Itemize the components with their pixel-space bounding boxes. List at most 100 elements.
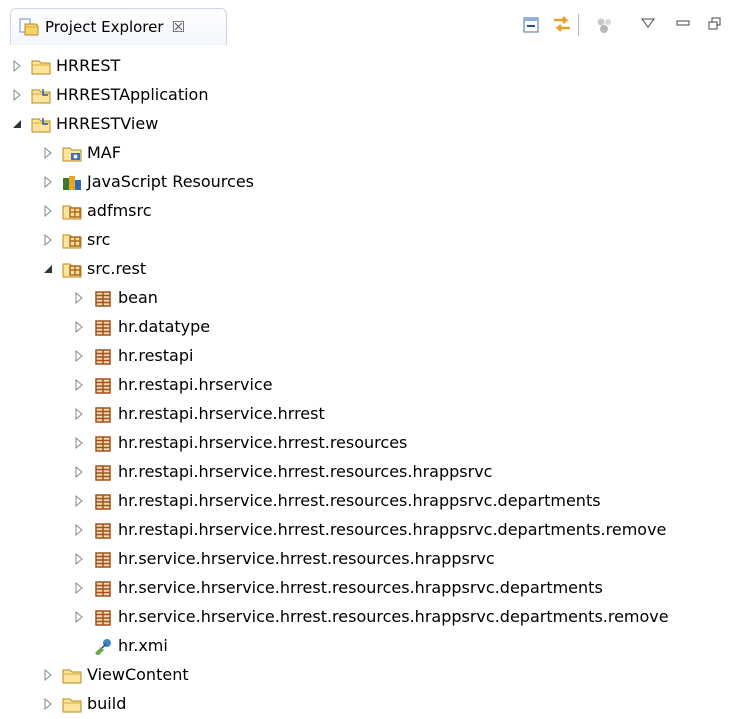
expanded-arrow-icon[interactable] [11,118,23,130]
project-explorer-view: Project Explorer ☒ HRREST HRRESTApplicat… [0,0,741,713]
tree-item[interactable]: HRREST [0,52,741,81]
tree-item-label: hr.restapi.hrservice.hrrest [118,404,325,423]
focus-icon[interactable] [595,16,615,36]
tree-item-label: hr.restapi.hrservice [118,375,273,394]
tree-item[interactable]: hr.restapi.hrservice.hrrest.resources.hr… [0,487,741,516]
maximize-icon[interactable] [708,17,722,31]
tree-item-label: hr.service.hrservice.hrrest.resources.hr… [118,578,603,597]
expanded-arrow-icon[interactable] [42,263,54,275]
collapsed-arrow-icon[interactable] [42,234,54,246]
toolbar-separator [578,14,579,36]
project-explorer-icon [19,18,39,36]
tree-item[interactable]: MAF [0,139,741,168]
tree-item-label: HRRESTApplication [56,85,209,104]
folder-icon [62,669,82,684]
tree-item-label: hr.restapi.hrservice.hrrest.resources.hr… [118,491,601,510]
tab-title: Project Explorer [45,18,164,36]
collapsed-arrow-icon[interactable] [73,408,85,420]
close-icon[interactable]: ☒ [172,18,185,36]
tree-item[interactable]: hr.xmi [0,632,741,661]
collapse-all-icon[interactable] [522,16,540,34]
package-icon [95,610,111,626]
collapsed-arrow-icon[interactable] [11,60,23,72]
collapsed-arrow-icon[interactable] [42,669,54,681]
tree-item[interactable]: HRRESTApplication [0,81,741,110]
collapsed-arrow-icon[interactable] [73,524,85,536]
tree-item[interactable]: hr.restapi [0,342,741,371]
collapsed-arrow-icon[interactable] [73,611,85,623]
tree-item[interactable]: HRRESTView [0,110,741,139]
package-icon [95,349,111,365]
tree-item[interactable]: hr.restapi.hrservice.hrrest [0,400,741,429]
package-icon [95,581,111,597]
source-folder-icon [62,234,82,249]
tree-item-label: ViewContent [87,665,189,684]
tree-item[interactable]: hr.restapi.hrservice.hrrest.resources [0,429,741,458]
folder-icon [62,698,82,713]
tree-item[interactable]: hr.service.hrservice.hrrest.resources.hr… [0,603,741,632]
package-icon [95,494,111,510]
collapsed-arrow-icon[interactable] [73,582,85,594]
tree-item-label: HRREST [56,56,121,75]
javascript-resources-icon [63,176,81,190]
view-menu-icon[interactable] [641,17,655,29]
collapsed-arrow-icon[interactable] [73,292,85,304]
package-icon [95,320,111,336]
tree-item[interactable]: build [0,690,741,719]
folder-icon [31,60,51,75]
tree-item[interactable]: hr.restapi.hrservice.hrrest.resources.hr… [0,516,741,545]
project-folder-icon [31,118,51,133]
tree-item-label: JavaScript Resources [87,172,254,191]
tree-item-label: bean [118,288,158,307]
collapsed-arrow-icon[interactable] [42,147,54,159]
collapsed-arrow-icon[interactable] [42,698,54,710]
project-folder-icon [31,89,51,104]
tree-item[interactable]: src [0,226,741,255]
tree-item[interactable]: src.rest [0,255,741,284]
collapsed-arrow-icon[interactable] [73,553,85,565]
minimize-icon[interactable] [676,18,690,28]
tree-item[interactable]: JavaScript Resources [0,168,741,197]
link-with-editor-icon[interactable] [551,13,573,35]
tree-item-label: build [87,694,127,713]
xmi-file-icon [95,639,111,655]
tree-item[interactable]: hr.restapi.hrservice [0,371,741,400]
tree-item-label: hr.service.hrservice.hrrest.resources.hr… [118,607,669,626]
collapsed-arrow-icon[interactable] [73,321,85,333]
collapsed-arrow-icon[interactable] [42,205,54,217]
tree-item-label: src.rest [87,259,147,278]
collapsed-arrow-icon[interactable] [73,379,85,391]
collapsed-arrow-icon[interactable] [42,176,54,188]
maf-folder-icon [62,147,82,162]
collapsed-arrow-icon[interactable] [73,466,85,478]
package-icon [95,552,111,568]
collapsed-arrow-icon[interactable] [11,89,23,101]
tree-item[interactable]: hr.service.hrservice.hrrest.resources.hr… [0,574,741,603]
tree-item-label: hr.restapi.hrservice.hrrest.resources.hr… [118,462,493,481]
tree-item[interactable]: hr.datatype [0,313,741,342]
tree-item[interactable]: bean [0,284,741,313]
tree-item[interactable]: ViewContent [0,661,741,690]
package-icon [95,407,111,423]
tree-item-label: HRRESTView [56,114,159,133]
tab-project-explorer[interactable]: Project Explorer ☒ [10,8,227,45]
tree-item-label: hr.datatype [118,317,211,336]
tree-item[interactable]: hr.service.hrservice.hrrest.resources.hr… [0,545,741,574]
tree-item-label: hr.restapi.hrservice.hrrest.resources [118,433,408,452]
package-icon [95,465,111,481]
package-icon [95,291,111,307]
package-icon [95,378,111,394]
collapsed-arrow-icon[interactable] [73,437,85,449]
collapsed-arrow-icon[interactable] [73,350,85,362]
tree-item[interactable]: adfmsrc [0,197,741,226]
collapsed-arrow-icon[interactable] [73,495,85,507]
tree-item-label: hr.xmi [118,636,168,655]
source-folder-icon [62,263,82,278]
view-header: Project Explorer ☒ [0,0,741,52]
package-icon [95,436,111,452]
tree-item-label: hr.restapi.hrservice.hrrest.resources.hr… [118,520,667,539]
tree-item-label: hr.service.hrservice.hrrest.resources.hr… [118,549,495,568]
tree-item[interactable]: hr.restapi.hrservice.hrrest.resources.hr… [0,458,741,487]
source-folder-icon [62,205,82,220]
tree-item-label: src [87,230,111,249]
